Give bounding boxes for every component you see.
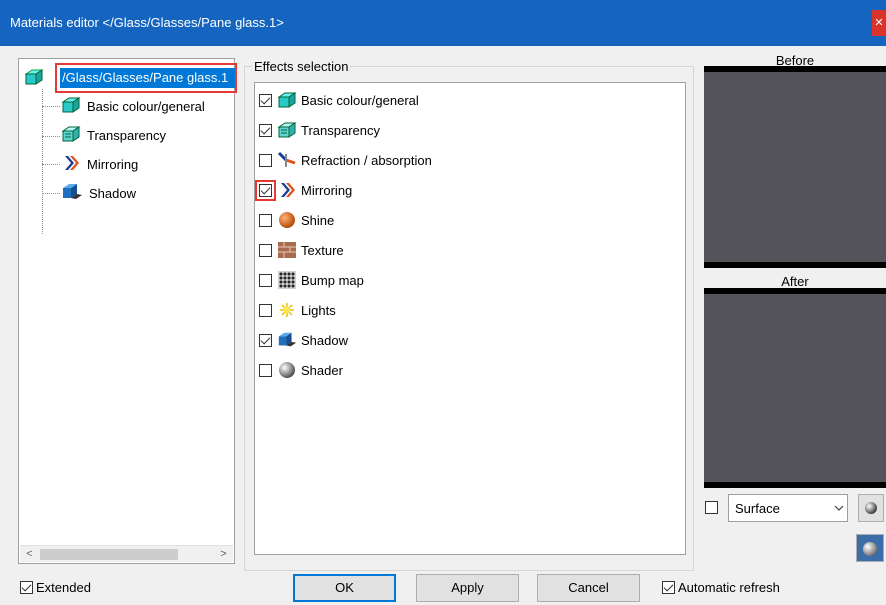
render-sphere-icon <box>863 542 877 556</box>
tree-item-basic-colour[interactable]: Basic colour/general <box>61 95 205 117</box>
transparency-icon <box>277 120 297 140</box>
surface-select[interactable]: Surface <box>728 494 848 522</box>
automatic-refresh-label: Automatic refresh <box>678 580 780 595</box>
mirroring-icon <box>277 180 297 200</box>
shader-icon <box>277 360 297 380</box>
tree-item-label: Shadow <box>89 185 136 201</box>
effect-basic-colour[interactable]: Basic colour/general <box>259 89 419 111</box>
effects-group-legend: Effects selection <box>252 59 351 74</box>
close-button[interactable]: ✕ <box>872 10 886 36</box>
glass-cube-icon <box>61 96 81 117</box>
automatic-refresh-row[interactable]: Automatic refresh <box>662 580 780 595</box>
effect-checkbox[interactable] <box>259 213 272 227</box>
effect-label: Shadow <box>301 332 348 348</box>
effect-shadow[interactable]: Shadow <box>259 329 348 351</box>
effect-checkbox[interactable] <box>259 93 272 107</box>
effect-checkbox[interactable] <box>259 363 272 377</box>
effect-label: Mirroring <box>301 182 353 198</box>
shadow-icon <box>277 330 297 350</box>
effects-list: Basic colour/general Transparency Refrac… <box>254 82 686 555</box>
effect-label: Refraction / absorption <box>301 152 432 168</box>
effect-label: Basic colour/general <box>301 92 419 108</box>
effect-texture[interactable]: Texture <box>259 239 344 261</box>
cancel-button[interactable]: Cancel <box>537 574 640 602</box>
shine-icon <box>277 210 297 230</box>
material-tree[interactable]: /Glass/Glasses/Pane glass.1 Basic colour… <box>18 58 237 564</box>
surface-select-value: Surface <box>735 500 780 516</box>
tree-item-label: Basic colour/general <box>87 98 205 114</box>
render-preview-button[interactable] <box>856 534 884 562</box>
texture-icon <box>277 240 297 260</box>
tree-item-transparency[interactable]: Transparency <box>61 124 166 146</box>
tree-root-label[interactable]: /Glass/Glasses/Pane glass.1 <box>60 68 235 88</box>
scroll-left-button[interactable]: < <box>21 546 38 563</box>
effect-shine[interactable]: Shine <box>259 209 334 231</box>
effect-shader[interactable]: Shader <box>259 359 343 381</box>
tree-item-label: Mirroring <box>87 156 139 172</box>
after-preview <box>704 288 886 488</box>
effect-checkbox[interactable] <box>259 273 272 287</box>
tree-root-highlight[interactable]: /Glass/Glasses/Pane glass.1 <box>55 63 237 93</box>
tree-item-label: Transparency <box>87 127 166 143</box>
before-preview <box>704 66 886 268</box>
transparency-icon <box>61 125 81 146</box>
effect-mirroring[interactable]: Mirroring <box>255 179 353 201</box>
effect-label: Shine <box>301 212 335 228</box>
shadow-icon <box>61 183 83 204</box>
effect-checkbox[interactable] <box>259 243 272 257</box>
extended-label: Extended <box>36 580 91 595</box>
scrollbar-thumb[interactable] <box>40 549 178 560</box>
sphere-icon <box>865 502 877 514</box>
tree-item-shadow[interactable]: Shadow <box>61 182 136 204</box>
extended-checkbox-row[interactable]: Extended <box>20 580 91 595</box>
glass-cube-icon <box>24 68 44 89</box>
effect-checkbox[interactable] <box>259 123 272 137</box>
effect-transparency[interactable]: Transparency <box>259 119 380 141</box>
effect-label: Lights <box>301 302 336 318</box>
effect-checkbox-highlighted[interactable] <box>255 179 276 201</box>
scroll-right-button[interactable]: > <box>215 546 232 563</box>
surface-checkbox[interactable] <box>705 501 718 514</box>
effect-checkbox[interactable] <box>259 303 272 317</box>
effect-label: Bump map <box>301 272 364 288</box>
effect-checkbox[interactable] <box>259 333 272 347</box>
effect-bump-map[interactable]: Bump map <box>259 269 364 291</box>
glass-cube-icon <box>277 90 297 110</box>
effect-checkbox[interactable] <box>259 153 272 167</box>
window-title: Materials editor </Glass/Glasses/Pane gl… <box>10 15 284 30</box>
effect-refraction[interactable]: Refraction / absorption <box>259 149 432 171</box>
chevron-down-icon <box>831 503 847 514</box>
automatic-refresh-checkbox[interactable] <box>662 581 675 594</box>
sphere-preview-button[interactable] <box>858 494 884 522</box>
effect-label: Transparency <box>301 122 380 138</box>
lights-icon <box>277 300 297 320</box>
title-bar: Materials editor </Glass/Glasses/Pane gl… <box>0 0 886 46</box>
effect-label: Shader <box>301 362 343 378</box>
surface-checkbox-row[interactable] <box>705 501 718 514</box>
tree-horizontal-scrollbar[interactable]: < > <box>20 545 233 562</box>
apply-button[interactable]: Apply <box>416 574 519 602</box>
tree-root-icon-row <box>24 67 44 89</box>
effect-label: Texture <box>301 242 344 258</box>
effect-lights[interactable]: Lights <box>259 299 336 321</box>
bump-map-icon <box>277 270 297 290</box>
tree-item-mirroring[interactable]: Mirroring <box>61 153 138 175</box>
after-label: After <box>781 274 809 289</box>
ok-button[interactable]: OK <box>293 574 396 602</box>
extended-checkbox[interactable] <box>20 581 33 594</box>
mirroring-icon <box>61 154 81 175</box>
refraction-icon <box>277 150 297 170</box>
